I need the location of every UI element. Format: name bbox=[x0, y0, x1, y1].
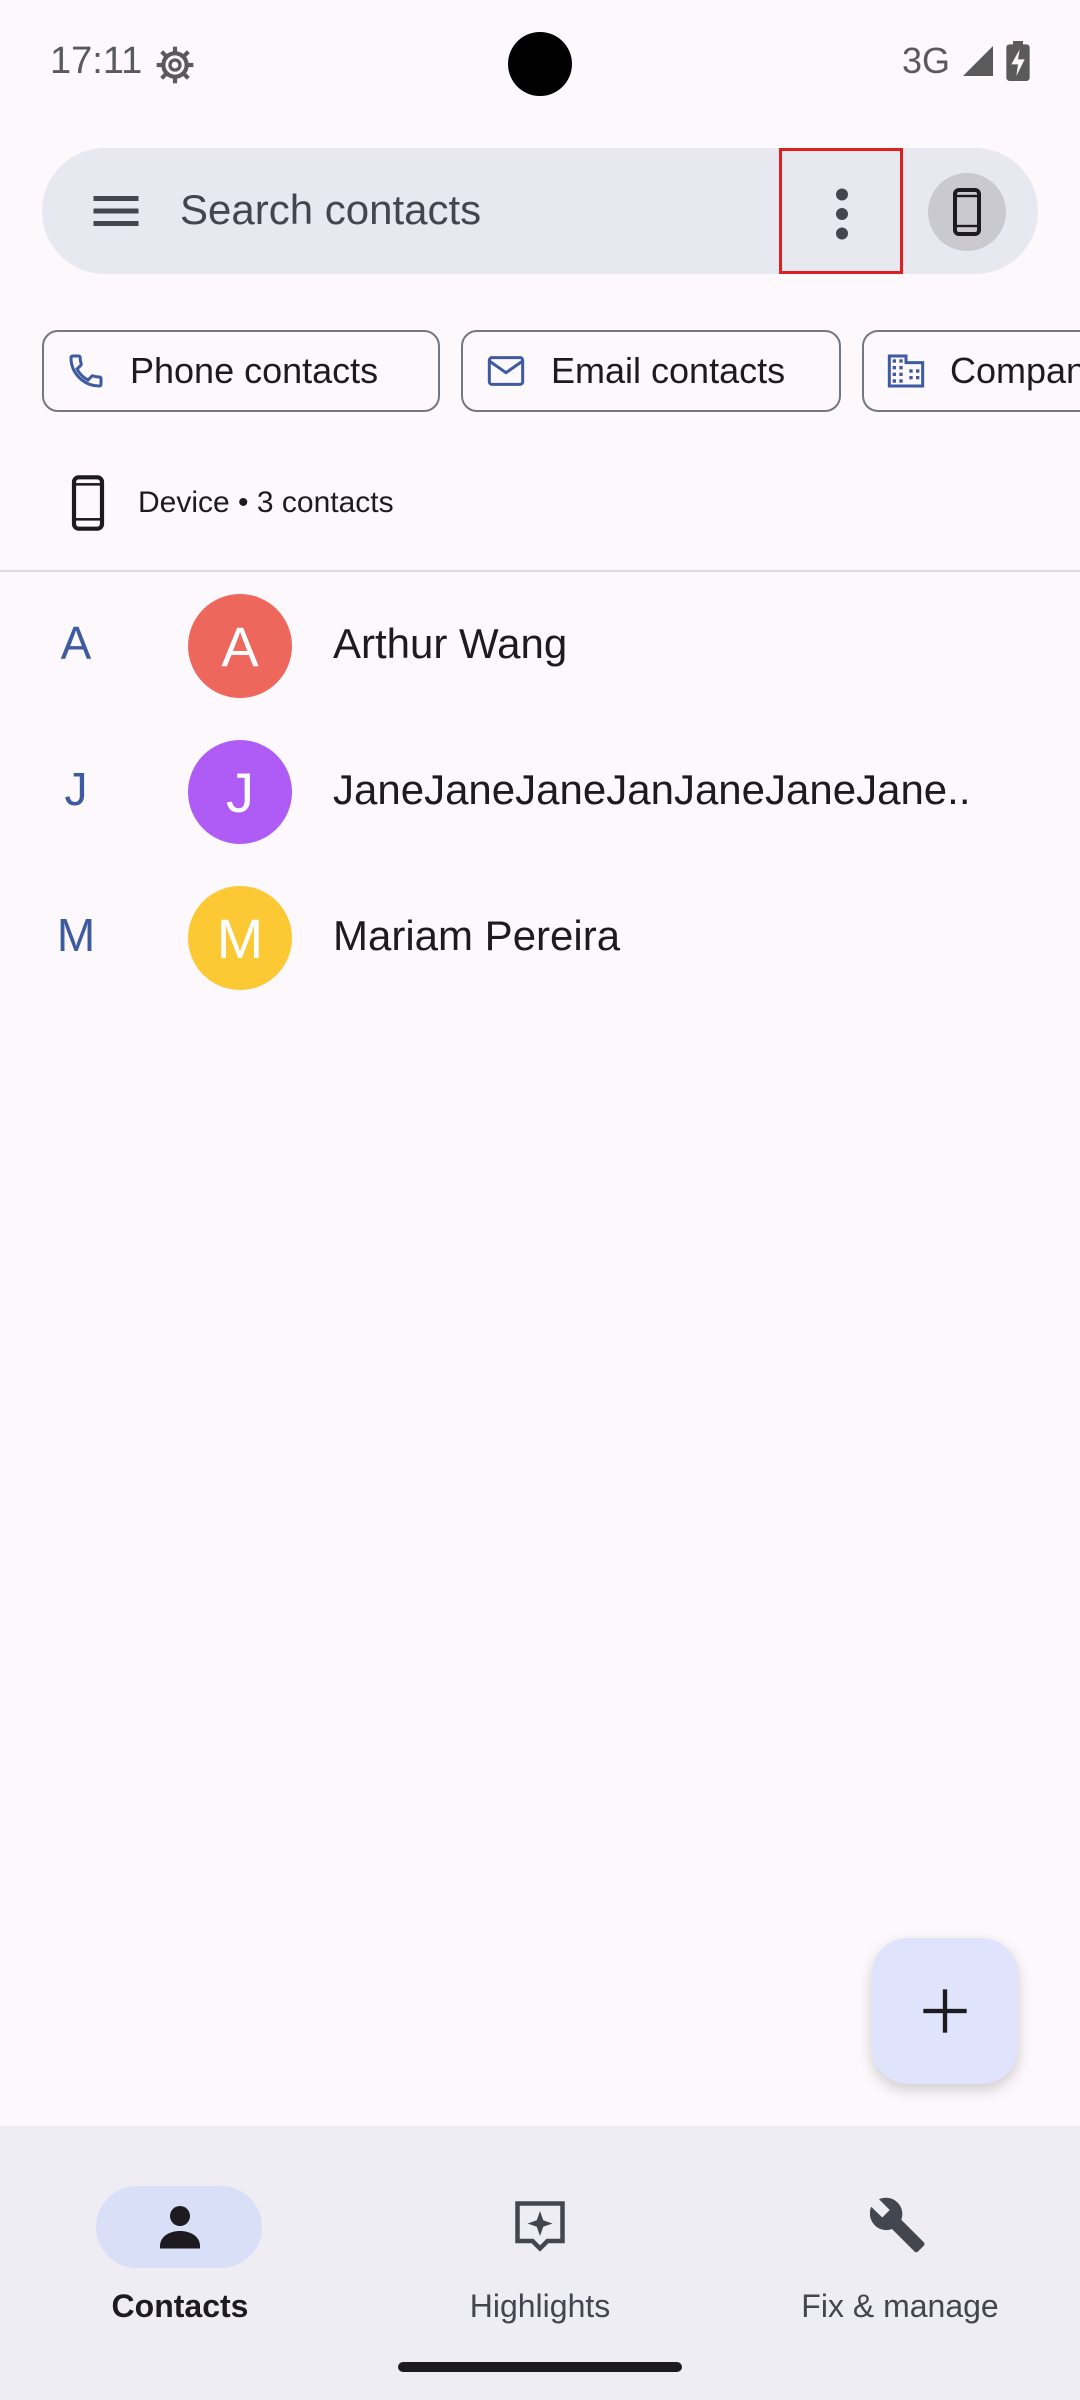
more-options-button[interactable] bbox=[779, 148, 903, 274]
avatar-initial: M bbox=[216, 906, 264, 970]
chip-label: Compan bbox=[950, 350, 1080, 391]
account-label: Device • 3 contacts bbox=[138, 486, 394, 519]
phone-device-icon bbox=[71, 475, 105, 531]
section-letter: M bbox=[56, 909, 96, 961]
nav-fix-manage[interactable]: Fix & manage bbox=[720, 2156, 1080, 2324]
section-letter: A bbox=[60, 617, 92, 669]
chip-label: Phone contacts bbox=[130, 350, 379, 391]
bottom-navigation: Contacts Highlights Fix & manage bbox=[0, 2126, 1080, 2400]
chip-company-contacts[interactable]: Compan bbox=[862, 330, 1080, 412]
section-letter: J bbox=[64, 763, 88, 815]
search-input[interactable]: Search contacts bbox=[180, 186, 481, 234]
settings-gear-icon bbox=[156, 46, 194, 84]
chip-label: Email contacts bbox=[551, 350, 786, 391]
status-time: 17:11 bbox=[50, 40, 143, 82]
nav-label: Highlights bbox=[469, 2288, 611, 2324]
filter-chips: Phone contacts Email contacts Compan bbox=[42, 330, 1080, 412]
wrench-icon bbox=[870, 2197, 925, 2253]
phone-device-icon bbox=[953, 188, 981, 236]
status-bar: 17:11 3G bbox=[0, 0, 1080, 130]
avatar-initial: J bbox=[226, 760, 254, 824]
avatar: M bbox=[188, 886, 292, 990]
account-switcher-button[interactable] bbox=[928, 173, 1006, 251]
camera-cutout bbox=[508, 32, 572, 96]
nav-label: Fix & manage bbox=[801, 2288, 999, 2324]
more-vert-icon bbox=[836, 188, 848, 240]
sparkle-icon bbox=[515, 2201, 565, 2252]
add-contact-button[interactable] bbox=[872, 1938, 1018, 2084]
nav-contacts[interactable]: Contacts bbox=[0, 2156, 360, 2324]
mail-icon bbox=[487, 356, 525, 386]
signal-icon bbox=[963, 46, 993, 76]
contact-name: Mariam Pereira bbox=[333, 912, 621, 959]
phone-icon bbox=[69, 354, 103, 388]
chip-phone-contacts[interactable]: Phone contacts bbox=[42, 330, 440, 412]
network-type: 3G bbox=[901, 40, 950, 81]
contact-name: Arthur Wang bbox=[333, 620, 568, 667]
account-header: Device • 3 contacts bbox=[0, 460, 1080, 570]
contact-row[interactable]: M M Mariam Pereira bbox=[0, 866, 1080, 1012]
avatar-initial: A bbox=[221, 614, 259, 678]
avatar: J bbox=[188, 740, 292, 844]
nav-highlights[interactable]: Highlights bbox=[360, 2156, 720, 2324]
person-icon bbox=[160, 2206, 200, 2249]
avatar: A bbox=[188, 594, 292, 698]
divider bbox=[0, 570, 1080, 572]
chip-email-contacts[interactable]: Email contacts bbox=[461, 330, 841, 412]
status-indicators: 3G bbox=[902, 40, 1030, 82]
contacts-screen: 17:11 3G Search contacts Phone contacts … bbox=[0, 0, 1080, 2400]
hamburger-menu-icon[interactable] bbox=[86, 181, 146, 241]
nav-label: Contacts bbox=[111, 2288, 249, 2324]
plus-icon bbox=[923, 1989, 967, 2033]
search-bar[interactable]: Search contacts bbox=[42, 148, 1038, 274]
contact-row[interactable]: J J JaneJaneJaneJanJaneJaneJane.. bbox=[0, 720, 1080, 866]
battery-charging-icon bbox=[1006, 41, 1030, 81]
gesture-handle[interactable] bbox=[398, 2362, 682, 2372]
business-icon bbox=[887, 354, 925, 388]
contact-row[interactable]: A A Arthur Wang bbox=[0, 574, 1080, 720]
contact-name: JaneJaneJaneJanJaneJaneJane.. bbox=[333, 766, 971, 813]
